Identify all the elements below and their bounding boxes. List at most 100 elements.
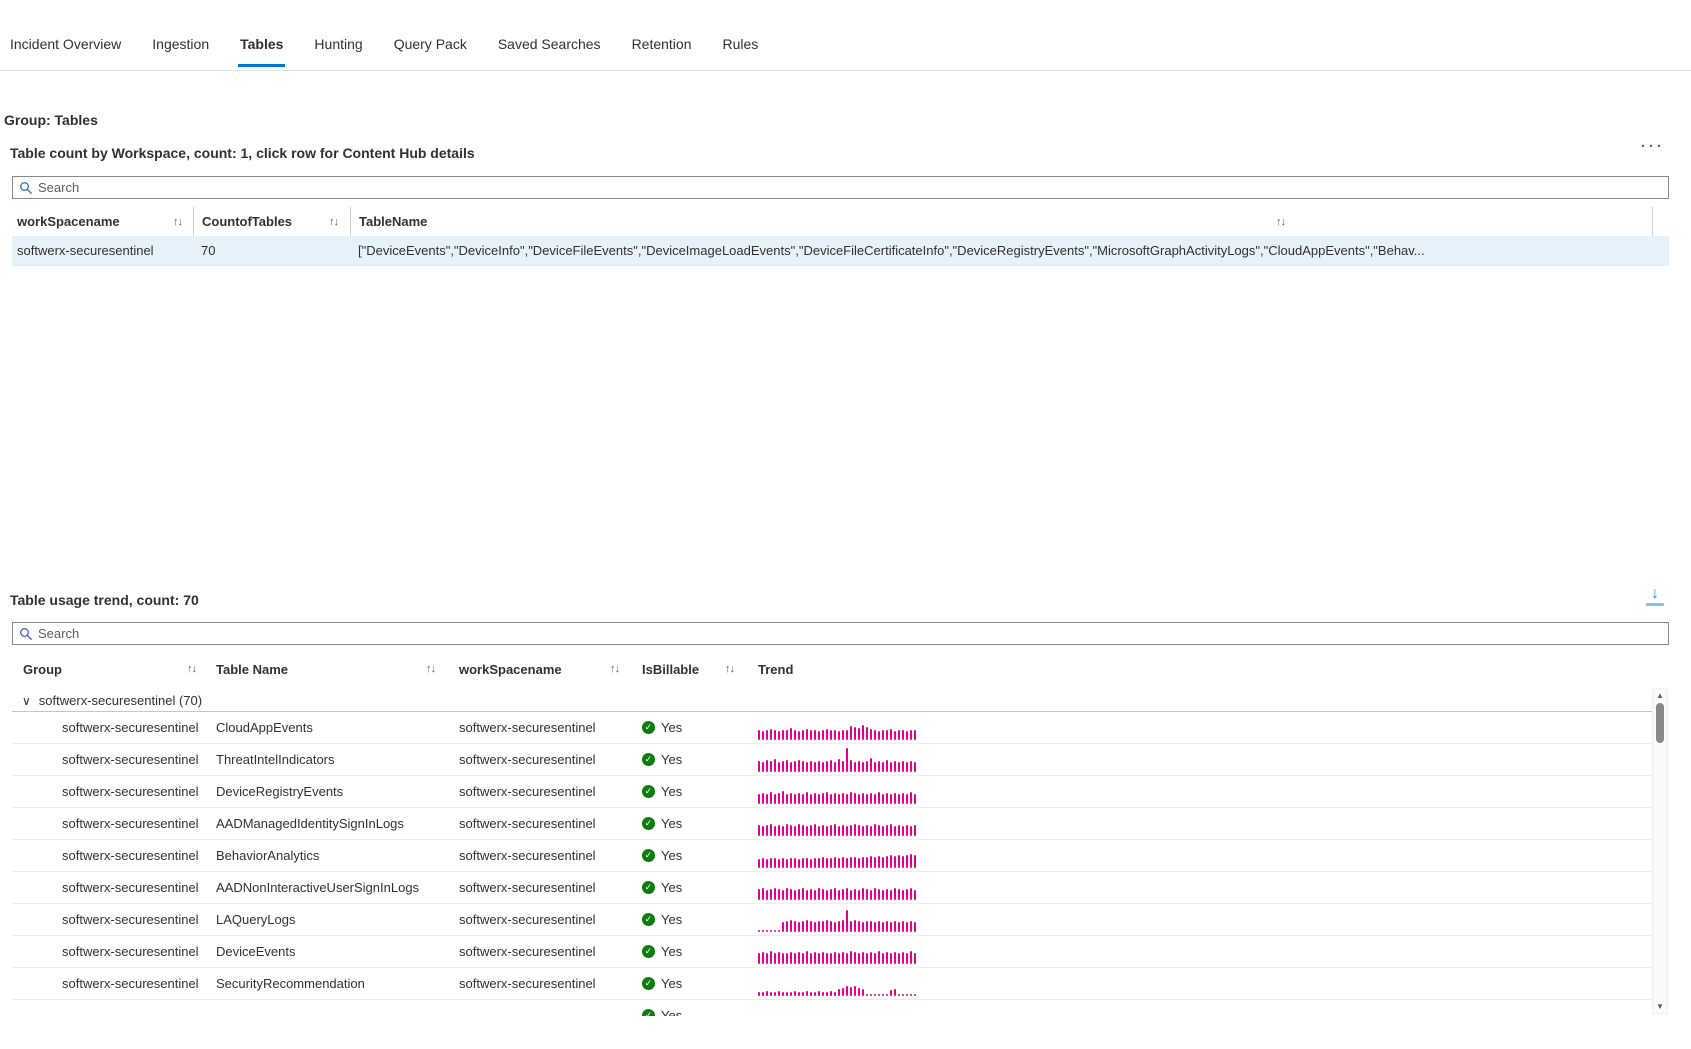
tab-label: Incident Overview	[10, 36, 122, 52]
tab-incident-overview[interactable]: Incident Overview	[8, 28, 123, 67]
tab-ingestion[interactable]: Ingestion	[150, 28, 211, 67]
trend-sparkline	[758, 971, 1652, 996]
trend-sparkline	[758, 843, 1652, 868]
column-label: Group	[23, 661, 62, 677]
column-header-countoftables[interactable]: CountofTables ↑↓	[193, 207, 350, 236]
column-header-group[interactable]: Group ↑↓	[12, 662, 204, 677]
cell-table-name: CloudAppEvents	[216, 720, 313, 735]
column-header-isbillable[interactable]: IsBillable ↑↓	[625, 662, 740, 677]
tab-label: Saved Searches	[497, 36, 601, 52]
table-row[interactable]: softwerx-securesentinel CloudAppEvents s…	[12, 712, 1652, 744]
cell-workspace: softwerx-securesentinel	[459, 976, 596, 991]
cell-workspace: softwerx-securesentinel	[459, 880, 596, 895]
tab-tables[interactable]: Tables	[238, 28, 286, 67]
table-count-search	[12, 176, 1669, 199]
search-input[interactable]	[38, 178, 1668, 197]
trend-sparkline	[758, 747, 1652, 772]
sort-icon[interactable]: ↑↓	[610, 663, 625, 675]
billable-label: Yes	[661, 720, 683, 735]
table-row[interactable]: softwerx-securesentinel LAQueryLogs soft…	[12, 904, 1652, 936]
billable-label: Yes	[661, 752, 683, 767]
more-options-icon[interactable]: ···	[1641, 138, 1665, 155]
usage-trend-header: Group ↑↓ Table Name ↑↓ workSpacename ↑↓ …	[12, 650, 1669, 688]
table-row[interactable]: softwerx-securesentinel SecurityRecommen…	[12, 968, 1652, 1000]
trend-sparkline	[758, 875, 1652, 900]
table-count-header: workSpacename ↑↓ CountofTables ↑↓ TableN…	[12, 207, 1669, 236]
cell-table-name: LAQueryLogs	[216, 912, 296, 927]
sort-icon[interactable]: ↑↓	[1276, 216, 1286, 228]
sort-icon[interactable]: ↑↓	[329, 216, 350, 228]
group-row[interactable]: ∨ softwerx-securesentinel (70)	[12, 690, 1652, 712]
billable-check-icon: ✓	[642, 817, 655, 830]
chevron-down-icon[interactable]: ∨	[12, 695, 39, 707]
cell-group: softwerx-securesentinel	[62, 944, 199, 959]
billable-label: Yes	[661, 912, 683, 927]
cell-workspace: softwerx-securesentinel	[459, 912, 596, 927]
table-row[interactable]: softwerx-securesentinel BehaviorAnalytic…	[12, 840, 1652, 872]
column-header-workspacename[interactable]: workSpacename ↑↓	[12, 207, 193, 236]
partial-row[interactable]: ✓ Yes	[12, 1000, 1652, 1016]
sort-icon[interactable]: ↑↓	[187, 663, 204, 675]
scrollbar-thumb[interactable]	[1656, 703, 1664, 743]
search-input[interactable]	[38, 624, 1668, 643]
column-header-filler	[1653, 207, 1669, 236]
tab-label: Retention	[631, 36, 692, 52]
cell-group: softwerx-securesentinel	[62, 816, 199, 831]
billable-label: Yes	[661, 848, 683, 863]
vertical-scrollbar[interactable]: ▲ ▼	[1652, 688, 1668, 1014]
cell-table-name: AADNonInteractiveUserSignInLogs	[216, 880, 420, 895]
cell-group: softwerx-securesentinel	[62, 720, 199, 735]
billable-check-icon: ✓	[642, 785, 655, 798]
cell-group: softwerx-securesentinel	[62, 784, 199, 799]
sort-icon[interactable]: ↑↓	[426, 663, 443, 675]
cell-group: softwerx-securesentinel	[62, 752, 199, 767]
sort-icon[interactable]: ↑↓	[173, 216, 193, 228]
billable-check-icon: ✓	[642, 721, 655, 734]
billable-label: Yes	[661, 944, 683, 959]
cell-workspace: softwerx-securesentinel	[459, 944, 596, 959]
download-icon[interactable]: ↓	[1646, 586, 1664, 606]
group-heading: Group: Tables	[4, 112, 98, 128]
column-header-table-name[interactable]: Table Name ↑↓	[204, 662, 443, 677]
scroll-down-icon[interactable]: ▼	[1653, 1002, 1667, 1011]
table-count-row[interactable]: softwerx-securesentinel 70 ["DeviceEvent…	[12, 236, 1669, 266]
table-row[interactable]: softwerx-securesentinel AADNonInteractiv…	[12, 872, 1652, 904]
scroll-up-icon[interactable]: ▲	[1653, 691, 1667, 700]
billable-check-icon: ✓	[642, 849, 655, 862]
usage-trend-body: ∨ softwerx-securesentinel (70) softwerx-…	[12, 690, 1652, 1016]
trend-sparkline	[758, 939, 1652, 964]
tab-rules[interactable]: Rules	[721, 28, 761, 67]
group-row-label: softwerx-securesentinel (70)	[38, 693, 203, 708]
cell-group: softwerx-securesentinel	[62, 976, 199, 991]
table-row[interactable]: softwerx-securesentinel DeviceRegistryEv…	[12, 776, 1652, 808]
table-row[interactable]: softwerx-securesentinel ThreatIntelIndic…	[12, 744, 1652, 776]
sort-icon[interactable]: ↑↓	[725, 663, 740, 675]
download-arrow-glyph: ↓	[1651, 585, 1659, 602]
column-header-tablename[interactable]: TableName ↑↓	[350, 207, 1653, 236]
trend-sparkline	[758, 811, 1652, 836]
cell-group: softwerx-securesentinel	[62, 880, 199, 895]
trend-sparkline	[758, 779, 1652, 804]
column-header-workspacename[interactable]: workSpacename ↑↓	[443, 662, 625, 677]
column-label: workSpacename	[459, 661, 562, 677]
tab-bar: Incident Overview Ingestion Tables Hunti…	[8, 28, 760, 67]
cell-workspacename: softwerx-securesentinel	[17, 243, 154, 258]
download-underline	[1646, 603, 1664, 606]
billable-check-icon: ✓	[642, 1009, 655, 1016]
tab-label: Query Pack	[393, 36, 467, 52]
tab-retention[interactable]: Retention	[630, 28, 694, 67]
tab-label: Hunting	[314, 36, 363, 52]
cell-workspace: softwerx-securesentinel	[459, 720, 596, 735]
cell-table-name: ThreatIntelIndicators	[216, 752, 335, 767]
table-row[interactable]: softwerx-securesentinel DeviceEvents sof…	[12, 936, 1652, 968]
tab-saved-searches[interactable]: Saved Searches	[496, 28, 603, 67]
cell-group: softwerx-securesentinel	[62, 912, 199, 927]
usage-trend-search	[12, 622, 1669, 645]
cell-countoftables: 70	[201, 243, 216, 258]
billable-check-icon: ✓	[642, 913, 655, 926]
tab-hunting[interactable]: Hunting	[312, 28, 364, 67]
table-row[interactable]: softwerx-securesentinel AADManagedIdenti…	[12, 808, 1652, 840]
billable-check-icon: ✓	[642, 881, 655, 894]
tab-query-pack[interactable]: Query Pack	[392, 28, 469, 67]
tab-label: Rules	[722, 36, 759, 52]
